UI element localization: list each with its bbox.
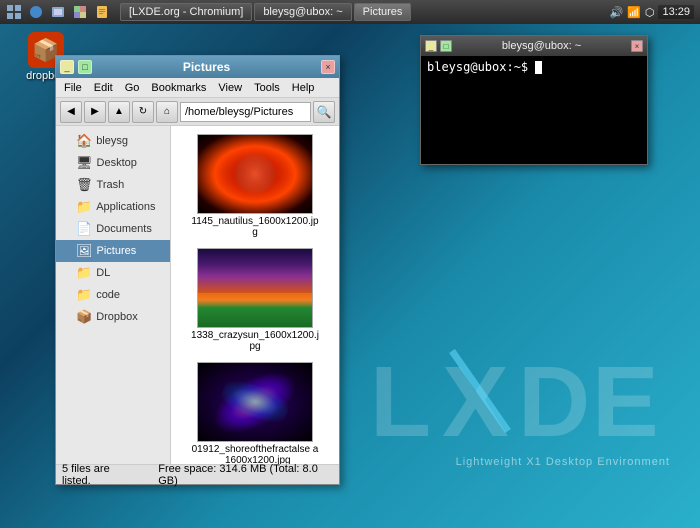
terminal-maximize-button[interactable]: □: [440, 40, 452, 52]
documents-icon: 📄: [76, 221, 92, 237]
clock: 13:29: [658, 5, 694, 19]
maximize-button[interactable]: □: [78, 60, 92, 74]
sidebar: 🏠 bleysg 🖥 Desktop 🗑 Trash 📁 Application…: [56, 126, 171, 464]
forward-button[interactable]: ▶: [84, 101, 106, 123]
sidebar-item-label: Dropbox: [96, 311, 138, 323]
taskbar-icon-3[interactable]: [48, 2, 68, 22]
terminal-minimize-button[interactable]: _: [425, 40, 437, 52]
search-button[interactable]: 🔍: [313, 101, 335, 123]
sidebar-item-dropbox[interactable]: 📦 Dropbox: [56, 306, 170, 328]
file-item[interactable]: 1338_crazysun_1600x1200.jpg: [179, 248, 331, 352]
sidebar-item-label: DL: [96, 267, 110, 279]
sidebar-item-applications[interactable]: 📁 Applications: [56, 196, 170, 218]
file-thumbnail: [197, 134, 313, 214]
file-item[interactable]: 1145_nautilus_1600x1200.jpg: [179, 134, 331, 238]
sidebar-item-dl[interactable]: 📁 DL: [56, 262, 170, 284]
sidebar-item-label: Desktop: [97, 157, 137, 169]
menu-go[interactable]: Go: [119, 78, 146, 97]
statusbar: 5 files are listed. Free space: 314.6 MB…: [56, 464, 339, 484]
status-space: Free space: 314.6 MB (Total: 8.0 GB): [158, 463, 333, 487]
file-manager-title: Pictures: [96, 60, 317, 74]
menu-file[interactable]: File: [58, 78, 88, 97]
pictures-icon: 🖼: [76, 243, 93, 259]
menu-bookmarks[interactable]: Bookmarks: [145, 78, 212, 97]
close-button[interactable]: ×: [321, 60, 335, 74]
applications-icon: 📁: [76, 199, 92, 215]
sidebar-item-desktop[interactable]: 🖥 Desktop: [56, 152, 170, 174]
toolbar: ◀ ▶ ▲ ↻ ⌂ /home/bleysg/Pictures 🔍: [56, 98, 339, 126]
sidebar-item-trash[interactable]: 🗑 Trash: [56, 174, 170, 196]
file-manager-body: 🏠 bleysg 🖥 Desktop 🗑 Trash 📁 Application…: [56, 126, 339, 464]
minimize-button[interactable]: _: [60, 60, 74, 74]
taskbar-right: 🔊 📶 ⬡ 13:29: [603, 5, 700, 19]
status-files: 5 files are listed.: [62, 463, 138, 487]
svg-text:L: L: [370, 346, 429, 458]
trash-icon: 🗑: [76, 177, 93, 193]
code-icon: 📁: [76, 287, 92, 303]
up-button[interactable]: ▲: [108, 101, 130, 123]
thumbnail-nautilus: [198, 135, 312, 213]
terminal-title: bleysg@ubox: ~: [455, 40, 628, 52]
sidebar-item-label: Trash: [97, 179, 125, 191]
taskbar-icon-2[interactable]: [26, 2, 46, 22]
home-button[interactable]: ⌂: [156, 101, 178, 123]
sidebar-item-label: Pictures: [97, 245, 137, 257]
sidebar-item-label: Documents: [96, 223, 152, 235]
bluetooth-icon[interactable]: ⬡: [645, 6, 655, 19]
file-manager-window: _ □ Pictures × File Edit Go Bookmarks Vi…: [55, 55, 340, 485]
sidebar-item-label: bleysg: [96, 135, 128, 147]
address-bar[interactable]: /home/bleysg/Pictures: [180, 102, 311, 122]
taskbar-apps-icon[interactable]: [4, 2, 24, 22]
dropbox-sidebar-icon: 📦: [76, 309, 92, 325]
terminal-titlebar: _ □ bleysg@ubox: ~ ×: [421, 36, 647, 56]
terminal-cursor: [535, 61, 542, 74]
svg-text:D: D: [518, 346, 587, 458]
lxde-logo: L X D E Lightweight X1 Desktop Environme…: [370, 341, 670, 468]
file-manager-titlebar: _ □ Pictures ×: [56, 56, 339, 78]
svg-text:E: E: [592, 346, 655, 458]
terminal-close-button[interactable]: ×: [631, 40, 643, 52]
network-icon[interactable]: 📶: [627, 6, 641, 19]
menu-view[interactable]: View: [212, 78, 248, 97]
sidebar-item-pictures[interactable]: 🖼 Pictures: [56, 240, 170, 262]
terminal-body[interactable]: bleysg@ubox:~$: [421, 56, 647, 164]
terminal-prompt: bleysg@ubox:~$: [427, 60, 528, 74]
file-name: 1145_nautilus_1600x1200.jpg: [190, 216, 320, 238]
file-thumbnail: [197, 248, 313, 328]
taskbar: [LXDE.org - Chromium] bleysg@ubox: ~ Pic…: [0, 0, 700, 24]
menu-edit[interactable]: Edit: [88, 78, 119, 97]
file-name: 1338_crazysun_1600x1200.jpg: [190, 330, 320, 352]
menu-bar: File Edit Go Bookmarks View Tools Help: [56, 78, 339, 98]
taskbar-pictures-btn[interactable]: Pictures: [354, 3, 412, 21]
file-content: 1145_nautilus_1600x1200.jpg 1338_crazysu…: [171, 126, 339, 464]
menu-tools[interactable]: Tools: [248, 78, 286, 97]
sidebar-item-home[interactable]: 🏠 bleysg: [56, 130, 170, 152]
dl-icon: 📁: [76, 265, 92, 281]
refresh-button[interactable]: ↻: [132, 101, 154, 123]
lxde-subtitle: Lightweight X1 Desktop Environment: [370, 456, 670, 468]
thumbnail-sunset: [198, 249, 312, 327]
sidebar-item-code[interactable]: 📁 code: [56, 284, 170, 306]
taskbar-icon-5[interactable]: [92, 2, 112, 22]
desktop-icon-small: 🖥: [76, 155, 93, 171]
taskbar-icon-4[interactable]: [70, 2, 90, 22]
sidebar-item-documents[interactable]: 📄 Documents: [56, 218, 170, 240]
taskbar-windows: [LXDE.org - Chromium] bleysg@ubox: ~ Pic…: [116, 3, 603, 21]
taskbar-terminal-btn[interactable]: bleysg@ubox: ~: [254, 3, 351, 21]
volume-icon[interactable]: 🔊: [609, 6, 623, 19]
sidebar-item-label: Applications: [96, 201, 155, 213]
file-name: 01912_shoreofthefractalse a_1600x1200.jp…: [190, 444, 320, 464]
file-thumbnail: [197, 362, 313, 442]
svg-text:X: X: [442, 346, 508, 458]
lxde-svg: L X D E: [370, 341, 670, 461]
sidebar-item-label: code: [96, 289, 120, 301]
thumbnail-fractal: [198, 363, 312, 441]
back-button[interactable]: ◀: [60, 101, 82, 123]
file-item[interactable]: 01912_shoreofthefractalse a_1600x1200.jp…: [179, 362, 331, 464]
taskbar-chromium-btn[interactable]: [LXDE.org - Chromium]: [120, 3, 252, 21]
home-icon: 🏠: [76, 133, 92, 149]
taskbar-left: [0, 2, 116, 22]
terminal-window: _ □ bleysg@ubox: ~ × bleysg@ubox:~$: [420, 35, 648, 165]
menu-help[interactable]: Help: [286, 78, 321, 97]
